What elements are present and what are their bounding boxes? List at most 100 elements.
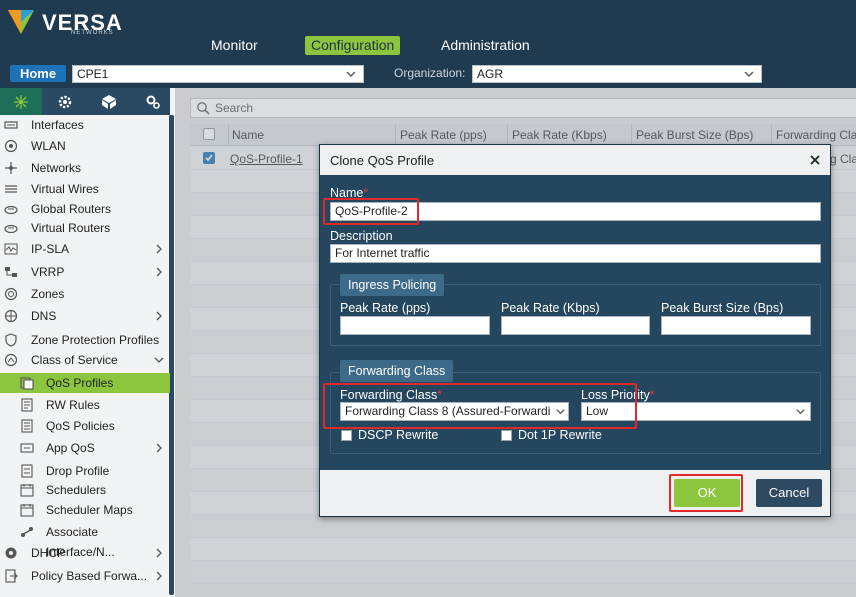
cancel-button[interactable]: Cancel (756, 479, 822, 507)
device-select[interactable]: CPE1 (72, 65, 364, 83)
versa-logo: VERSA NETWORKS (6, 6, 126, 36)
dscp-rewrite-label: DSCP Rewrite (358, 428, 439, 442)
sidebar-item-label: Zone Protection Profiles (31, 333, 160, 347)
tab-objects[interactable] (88, 88, 130, 115)
dhcp-icon (5, 547, 17, 559)
sidebar-item-label: DHCP (31, 546, 66, 560)
sidebar-item-virtual-routers[interactable]: Virtual Routers (0, 218, 170, 238)
sidebar-item-interfaces[interactable]: Interfaces (0, 115, 170, 135)
nav-configuration[interactable]: Configuration (305, 36, 401, 55)
qos-profiles-icon (20, 377, 34, 390)
app-qos-icon (20, 443, 34, 453)
chevron-down-icon (744, 71, 754, 77)
sidebar-item-label: Class of Service (31, 353, 118, 367)
sidebar-item-label: Interfaces (31, 118, 84, 132)
chevron-right-icon (156, 443, 162, 453)
chevron-right-icon (156, 548, 162, 558)
organization-select-value: AGR (477, 67, 504, 81)
router-icon (4, 205, 18, 215)
sidebar-item-scheduler-maps[interactable]: Scheduler Maps (0, 500, 170, 520)
sidebar-icon-tabs (0, 88, 170, 115)
peak-rate-kbps-field[interactable] (501, 316, 650, 335)
policies-icon (21, 419, 33, 433)
sidebar-item-drop-profile[interactable]: Drop Profile (0, 461, 170, 481)
sidebar-item-policy-based-forwarding[interactable]: Policy Based Forwa... (0, 566, 170, 586)
sidebar-item-class-of-service[interactable]: Class of Service (0, 350, 170, 370)
chevron-down-icon (346, 71, 356, 77)
sidebar-item-label: IP-SLA (31, 242, 70, 256)
organization-select[interactable]: AGR (472, 65, 762, 83)
sidebar-item-label: Scheduler Maps (46, 503, 133, 517)
nav-administration[interactable]: Administration (435, 36, 536, 55)
dscp-rewrite-checkbox[interactable] (341, 430, 352, 441)
class-of-service-icon (4, 353, 18, 367)
pulse-icon (4, 243, 18, 255)
ingress-policing-legend: Ingress Policing (340, 274, 445, 296)
sidebar-item-label: QoS Policies (46, 419, 115, 433)
highlight-forwarding-class (323, 383, 637, 429)
sidebar-item-vrrp[interactable]: VRRP (0, 262, 170, 282)
sidebar-item-label: DNS (31, 309, 57, 323)
zones-icon (4, 287, 18, 301)
sidebar-item-networks[interactable]: Networks (0, 158, 170, 178)
wifi-icon (4, 139, 18, 153)
chevron-right-icon (156, 244, 162, 254)
home-button[interactable]: Home (10, 65, 66, 82)
shield-icon (5, 333, 17, 347)
sidebar-item-associate-interface[interactable]: Associate Interface/N... (0, 522, 170, 559)
sidebar-item-label: Virtual Routers (31, 221, 111, 235)
sidebar-item-rw-rules[interactable]: RW Rules (0, 395, 170, 415)
sidebar-item-label: App QoS (46, 441, 95, 455)
dot1p-rewrite-checkbox[interactable] (501, 430, 512, 441)
nav-monitor[interactable]: Monitor (205, 36, 264, 55)
main-nav: Monitor Configuration Administration (0, 36, 856, 56)
versa-logo-icon (8, 10, 34, 34)
network-icon (14, 94, 28, 109)
sidebar-item-dns[interactable]: DNS (0, 306, 170, 326)
peak-burst-size-label: Peak Burst Size (Bps) (661, 301, 784, 315)
forwarding-class-legend: Forwarding Class (340, 360, 454, 382)
device-select-value: CPE1 (77, 67, 109, 81)
sidebar-item-dhcp[interactable]: DHCP (0, 543, 170, 563)
sidebar-item-schedulers[interactable]: Schedulers (0, 480, 170, 500)
chevron-down-icon (154, 357, 164, 363)
sidebar-item-qos-profiles[interactable]: QoS Profiles (0, 373, 170, 393)
interfaces-icon (4, 121, 18, 129)
sidebar-item-label: Schedulers (46, 483, 107, 497)
router-icon (4, 224, 18, 234)
sidebar-item-ip-sla[interactable]: IP-SLA (0, 239, 170, 259)
sidebar-item-label: Virtual Wires (31, 182, 99, 196)
sidebar-item-label: Networks (31, 161, 82, 175)
peak-rate-kbps-label: Peak Rate (Kbps) (501, 301, 600, 315)
rules-icon (21, 398, 33, 412)
organization-label: Organization: (394, 66, 466, 80)
dialog-title: Clone QoS Profile (330, 153, 435, 168)
sidebar-item-global-routers[interactable]: Global Routers (0, 199, 170, 219)
cube-icon (102, 94, 116, 109)
dialog-footer: OK Cancel (320, 470, 830, 516)
vrrp-icon (5, 267, 17, 277)
sidebar-item-label: Zones (31, 287, 65, 301)
sidebar-item-label: VRRP (31, 265, 65, 279)
tab-networking[interactable] (0, 88, 42, 115)
networks-icon (5, 162, 17, 174)
close-icon[interactable] (808, 153, 822, 167)
description-field[interactable]: For Internet traffic (330, 244, 821, 263)
tab-services[interactable] (132, 88, 174, 115)
sidebar-item-label: QoS Profiles (46, 376, 114, 390)
sidebar-item-zone-protection-profiles[interactable]: Zone Protection Profiles (0, 330, 170, 350)
top-bar: VERSA NETWORKS Monitor Configuration Adm… (0, 0, 856, 59)
sidebar-item-app-qos[interactable]: App QoS (0, 438, 170, 458)
sidebar-item-wlan[interactable]: WLAN (0, 136, 170, 156)
tab-settings[interactable] (44, 88, 86, 115)
virtual-wires-icon (5, 185, 17, 193)
clone-qos-profile-dialog: Clone QoS Profile Name* QoS-Profile-2 De… (319, 144, 831, 517)
chevron-right-icon (156, 267, 162, 277)
sidebar-item-label: Drop Profile (46, 464, 110, 478)
peak-burst-size-field[interactable] (661, 316, 811, 335)
sidebar-item-virtual-wires[interactable]: Virtual Wires (0, 179, 170, 199)
description-field-value: For Internet traffic (335, 246, 430, 260)
peak-rate-pps-field[interactable] (340, 316, 490, 335)
sidebar-item-qos-policies[interactable]: QoS Policies (0, 416, 170, 436)
sidebar-item-zones[interactable]: Zones (0, 284, 170, 304)
